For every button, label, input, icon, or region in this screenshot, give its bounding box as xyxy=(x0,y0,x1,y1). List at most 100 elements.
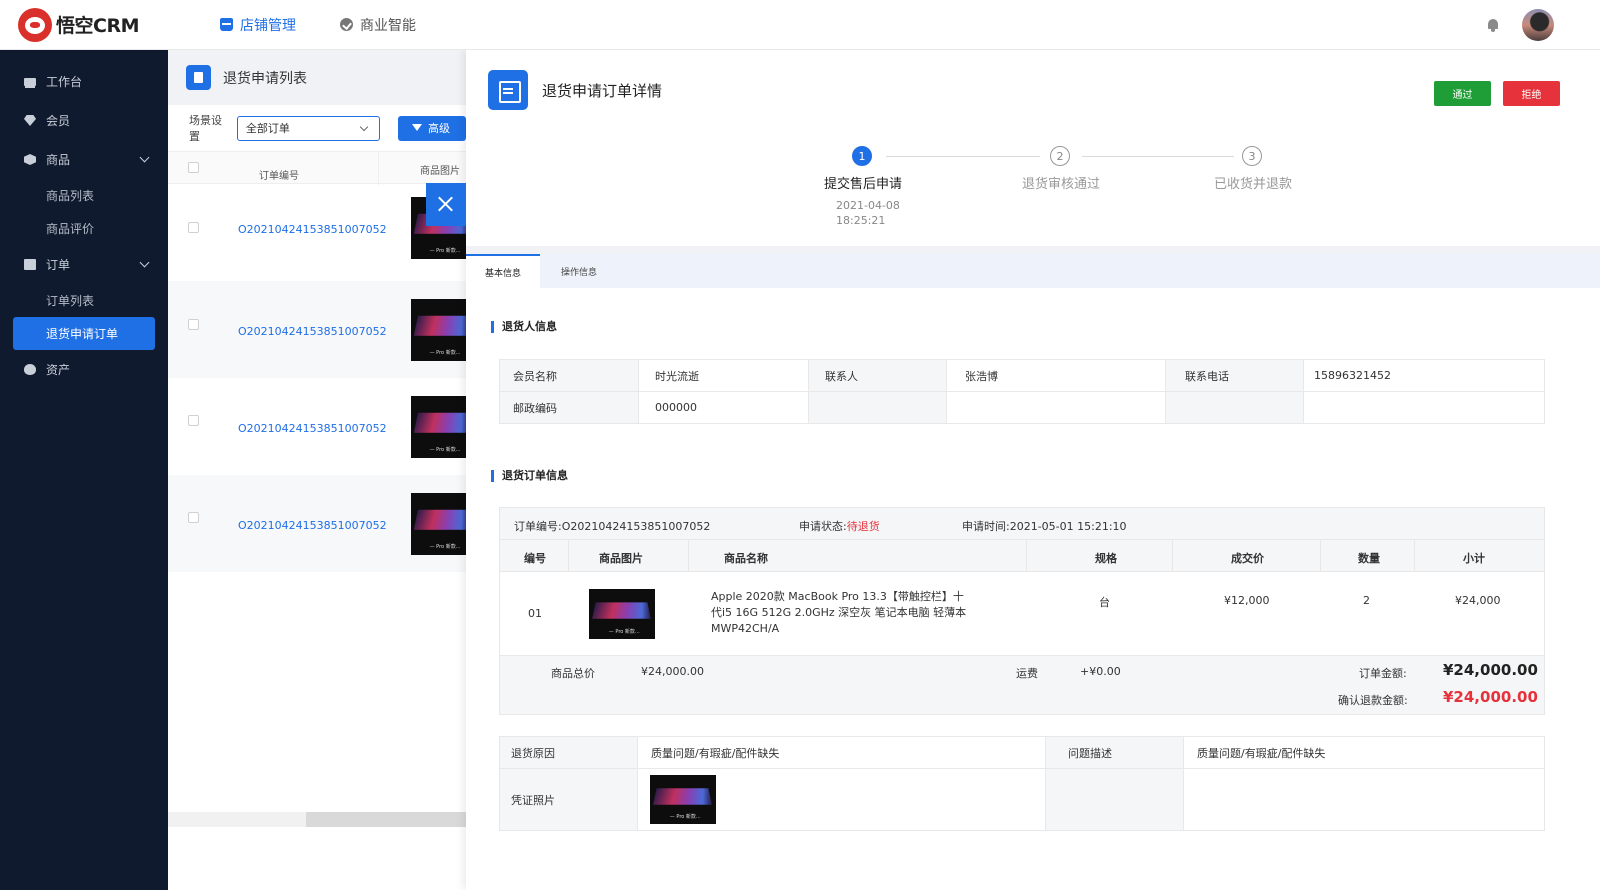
scene-select[interactable]: 全部订单 xyxy=(236,115,380,141)
apply-status-label: 申请状态: xyxy=(799,520,847,533)
topnav-store-management[interactable]: 店铺管理 xyxy=(220,15,296,35)
product-image xyxy=(411,396,466,458)
member-name-label: 会员名称 xyxy=(500,360,639,392)
item-spec: 台 xyxy=(1099,596,1110,609)
sidebar-item-order-list[interactable]: 订单列表 xyxy=(0,284,168,317)
chevron-down-icon xyxy=(139,152,150,163)
apply-status-value: 待退货 xyxy=(846,520,880,533)
freight-value: +¥0.00 xyxy=(1080,665,1121,678)
sidebar-item-assets[interactable]: 资产 xyxy=(0,350,168,389)
list-header: 退货申请列表 xyxy=(168,50,466,105)
proof-photo-label: 凭证照片 xyxy=(500,769,638,830)
tab-basic-info[interactable]: 基本信息 xyxy=(466,254,540,288)
sidebar-item-label: 会员 xyxy=(46,114,71,128)
col-divider xyxy=(1320,540,1321,572)
topnav-business-intelligence[interactable]: 商业智能 xyxy=(340,15,416,35)
tab-operation-info[interactable]: 操作信息 xyxy=(561,254,597,288)
topnav-label: 商业智能 xyxy=(360,17,416,34)
section-divider xyxy=(466,246,1600,254)
empty-value-cell xyxy=(1304,392,1544,423)
top-bar: 悟空CRM 店铺管理 商业智能 xyxy=(0,0,1600,50)
avatar[interactable] xyxy=(1522,8,1554,41)
empty-value-cell xyxy=(1184,769,1544,830)
filter-bar: 场景设置 全部订单 高级 xyxy=(168,105,466,151)
product-name: Apple 2020款 MacBook Pro 13.3【带触控栏】十代i5 1… xyxy=(711,590,967,635)
close-drawer-button[interactable] xyxy=(426,183,466,226)
reject-button[interactable]: 拒绝 xyxy=(1503,81,1560,106)
step-connector xyxy=(886,156,1040,157)
select-all-checkbox[interactable] xyxy=(188,162,199,173)
scene-select-value: 全部订单 xyxy=(245,122,290,135)
col-order-no: 订单编号 xyxy=(259,171,299,182)
filter-label: 场景设置 xyxy=(189,114,222,143)
item-price: ¥12,000 xyxy=(1224,594,1270,607)
product-image xyxy=(411,493,466,555)
app-logo[interactable]: 悟空CRM xyxy=(0,7,168,42)
proof-photo[interactable] xyxy=(650,775,716,824)
sidebar-item-order[interactable]: 订单 xyxy=(0,245,168,284)
order-number-link[interactable]: O20210424153851007052 xyxy=(238,223,387,236)
advanced-filter-button[interactable]: 高级 xyxy=(397,115,466,141)
row-checkbox[interactable] xyxy=(188,415,199,426)
order-number-text: 订单编号:O20210424153851007052 xyxy=(514,520,711,533)
col-divider xyxy=(1414,540,1415,572)
proof-photo-cell xyxy=(638,769,1046,830)
goods-total-value: ¥24,000.00 xyxy=(641,665,704,678)
advanced-filter-label: 高级 xyxy=(427,122,450,135)
app-name: 悟空CRM xyxy=(56,15,139,37)
money-bag-icon xyxy=(24,364,36,375)
row-checkbox[interactable] xyxy=(188,319,199,330)
empty-label-cell xyxy=(1046,769,1184,830)
product-image xyxy=(589,589,655,639)
sidebar-item-goods-list[interactable]: 商品列表 xyxy=(0,179,168,212)
item-subtotal: ¥24,000 xyxy=(1455,594,1501,607)
sidebar-item-member[interactable]: 会员 xyxy=(0,101,168,140)
calendar-icon xyxy=(488,70,528,110)
sidebar-item-goods[interactable]: 商品 xyxy=(0,140,168,179)
product-image xyxy=(411,299,466,361)
bell-icon[interactable] xyxy=(1486,18,1500,32)
detail-tabs: 基本信息 操作信息 xyxy=(466,254,1600,288)
step-2-label: 退货审核通过 xyxy=(1022,177,1101,192)
gem-icon xyxy=(24,115,36,126)
sidebar-item-label: 工作台 xyxy=(46,75,83,89)
horizontal-scrollbar[interactable] xyxy=(168,812,466,827)
order-summary-bar: 订单编号:O20210424153851007052 申请状态:待退货 申请时间… xyxy=(500,508,1544,540)
table-row[interactable]: O20210424153851007052 xyxy=(168,184,466,281)
return-list-panel: 退货申请列表 场景设置 全部订单 高级 订单编号 商品图片 O202104241… xyxy=(168,50,466,890)
return-reason-value: 质量问题/有瑕疵/配件缺失 xyxy=(638,737,1046,769)
step-3-circle: 3 xyxy=(1242,146,1262,166)
top-nav: 店铺管理 商业智能 xyxy=(220,15,460,35)
col-subtotal: 小计 xyxy=(1463,552,1485,565)
progress-steps: 1 2 3 提交售后申请 退货审核通过 已收货并退款 2021-04-08 18… xyxy=(466,146,1600,246)
apply-time-text: 申请时间:2021-05-01 15:21:10 xyxy=(962,520,1127,533)
sidebar-item-return-orders[interactable]: 退货申请订单 xyxy=(13,317,155,350)
topnav-label: 店铺管理 xyxy=(240,17,296,34)
list-title: 退货申请列表 xyxy=(223,70,307,87)
col-divider xyxy=(568,540,569,572)
row-checkbox[interactable] xyxy=(188,222,199,233)
order-number-link[interactable]: O20210424153851007052 xyxy=(238,519,387,532)
sidebar-item-goods-review[interactable]: 商品评价 xyxy=(0,212,168,245)
apply-status: 申请状态:待退货 xyxy=(799,518,880,534)
approve-button[interactable]: 通过 xyxy=(1434,81,1491,106)
scrollbar-thumb[interactable] xyxy=(306,812,466,827)
order-number-link[interactable]: O20210424153851007052 xyxy=(238,325,387,338)
step-3-label: 已收货并退款 xyxy=(1214,177,1293,192)
zip-value: 000000 xyxy=(639,392,809,423)
row-checkbox[interactable] xyxy=(188,512,199,523)
col-qty: 数量 xyxy=(1358,552,1380,565)
order-number-link[interactable]: O20210424153851007052 xyxy=(238,422,387,435)
step-connector xyxy=(1082,156,1234,157)
return-order-table: 订单编号:O20210424153851007052 申请状态:待退货 申请时间… xyxy=(499,507,1545,715)
refund-amount-label: 确认退款金额: xyxy=(1338,694,1408,707)
col-image: 商品图片 xyxy=(420,166,460,177)
table-row[interactable]: O20210424153851007052 xyxy=(168,281,466,378)
desktop-icon xyxy=(24,77,36,86)
table-row[interactable]: O20210424153851007052 xyxy=(168,378,466,475)
refund-amount-value: ¥24,000.00 xyxy=(1443,688,1538,706)
sidebar-item-workbench[interactable]: 工作台 xyxy=(0,62,168,101)
drawer-header: 退货申请订单详情 xyxy=(488,70,662,110)
table-header: 订单编号 商品图片 xyxy=(168,151,466,185)
table-row[interactable]: O20210424153851007052 xyxy=(168,475,466,572)
